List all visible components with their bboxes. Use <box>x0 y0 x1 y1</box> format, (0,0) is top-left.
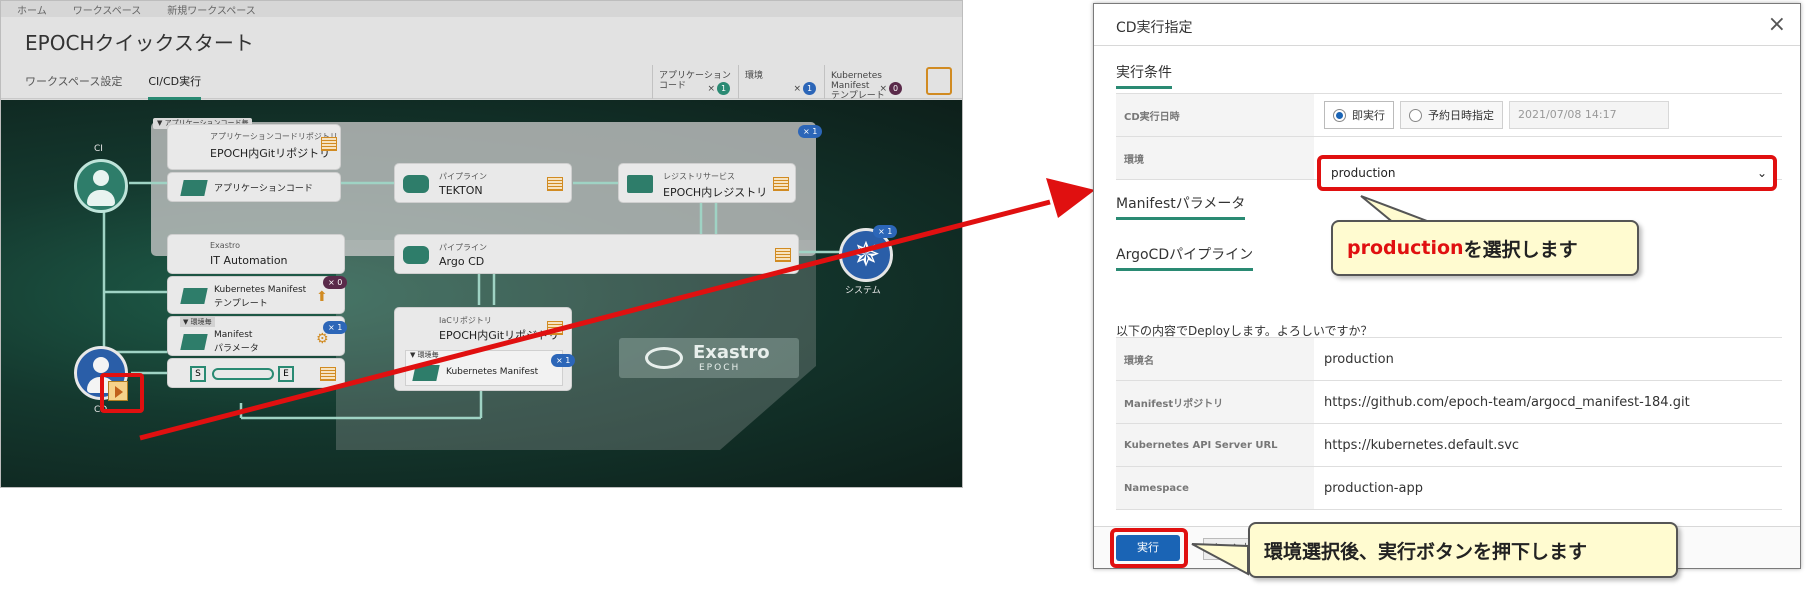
radio-checked-icon <box>1333 108 1346 122</box>
callout-run: 環境選択後、実行ボタンを押下します <box>1248 522 1678 578</box>
radio-run-now[interactable]: 即実行 <box>1324 101 1394 129</box>
table-row: Manifestリポジトリ https://github.com/epoch-t… <box>1116 380 1782 424</box>
callout-select-env: production を選択します <box>1331 220 1639 276</box>
table-row: 環境名 production <box>1116 337 1782 381</box>
row-cd-datetime: CD実行日時 即実行 予約日時指定 2021/07/08 14:17 <box>1116 93 1782 137</box>
schedule-datetime-input[interactable]: 2021/07/08 14:17 <box>1509 101 1669 129</box>
table-row: Kubernetes API Server URL https://kubern… <box>1116 423 1782 467</box>
radio-schedule[interactable]: 予約日時指定 <box>1400 101 1503 129</box>
cd-datetime-label: CD実行日時 <box>1116 93 1314 137</box>
environment-label: 環境 <box>1116 136 1314 180</box>
table-row: Namespace production-app <box>1116 466 1782 510</box>
dialog-header: CD実行指定 × <box>1094 4 1800 46</box>
radio-unchecked-icon <box>1409 108 1422 122</box>
environment-select[interactable]: production ⌄ <box>1317 155 1777 191</box>
chevron-down-icon: ⌄ <box>1756 166 1767 180</box>
deploy-summary-table: 環境名 production Manifestリポジトリ https://git… <box>1116 337 1782 510</box>
section-manifest: Manifestパラメータ <box>1116 193 1246 220</box>
dialog-title: CD実行指定 <box>1116 20 1193 36</box>
section-conditions: 実行条件 <box>1116 62 1172 89</box>
callout-run-tail <box>1191 543 1249 576</box>
close-icon[interactable]: × <box>1768 12 1786 37</box>
run-button-highlight <box>1110 528 1188 568</box>
section-argocd: ArgoCDパイプライン <box>1116 244 1254 271</box>
stage: ホーム ワークスペース 新規ワークスペース EPOCHクイックスタート ワークス… <box>0 0 1807 593</box>
cd-run-dialog: CD実行指定 × 実行条件 CD実行日時 即実行 予約日時指定 2021/07/08… <box>1093 3 1801 569</box>
